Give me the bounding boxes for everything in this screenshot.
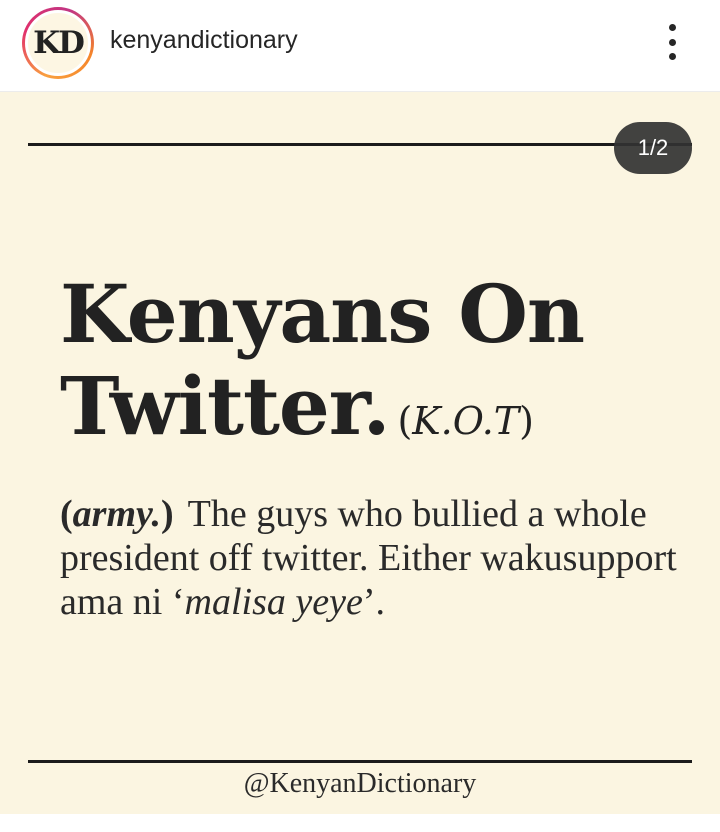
- bottom-divider: [28, 760, 692, 763]
- watermark-handle: @KenyanDictionary: [243, 768, 477, 799]
- more-dot: [668, 38, 676, 46]
- definition: (army.) The guys who bullied a whole pres…: [60, 492, 680, 624]
- pos-close: ): [160, 493, 174, 535]
- story-ring[interactable]: KD: [22, 7, 94, 79]
- headword-line-2: Twitter. (K.O.T): [60, 360, 534, 467]
- top-divider: [28, 143, 692, 146]
- more-dot: [668, 53, 676, 60]
- part-of-speech: (army.): [60, 493, 174, 535]
- username[interactable]: kenyandictionary: [110, 26, 298, 55]
- headword-line-1: Kenyans On: [60, 267, 585, 361]
- headword-text: Twitter.: [60, 359, 390, 453]
- definition-end: ’.: [362, 581, 385, 623]
- abbr-open: (: [397, 399, 413, 443]
- more-dot: [668, 24, 676, 31]
- pos-text: army.: [72, 493, 161, 535]
- avatar[interactable]: KD: [25, 10, 91, 76]
- abbreviation: (K.O.T): [397, 399, 533, 443]
- pos-open: (: [60, 493, 73, 535]
- post-image[interactable]: 1/2 Kenyans On Twitter. (K.O.T) (army.) Th…: [0, 92, 720, 814]
- slide-counter: 1/2: [614, 122, 692, 174]
- abbr-close: ): [519, 399, 534, 443]
- abbr-text: K.O.T: [412, 399, 520, 443]
- post-header: KD kenyandictionary: [0, 0, 720, 92]
- more-vertical-icon[interactable]: [652, 20, 692, 64]
- action-bar: [0, 814, 720, 832]
- definition-italic: malisa yeye: [184, 581, 363, 623]
